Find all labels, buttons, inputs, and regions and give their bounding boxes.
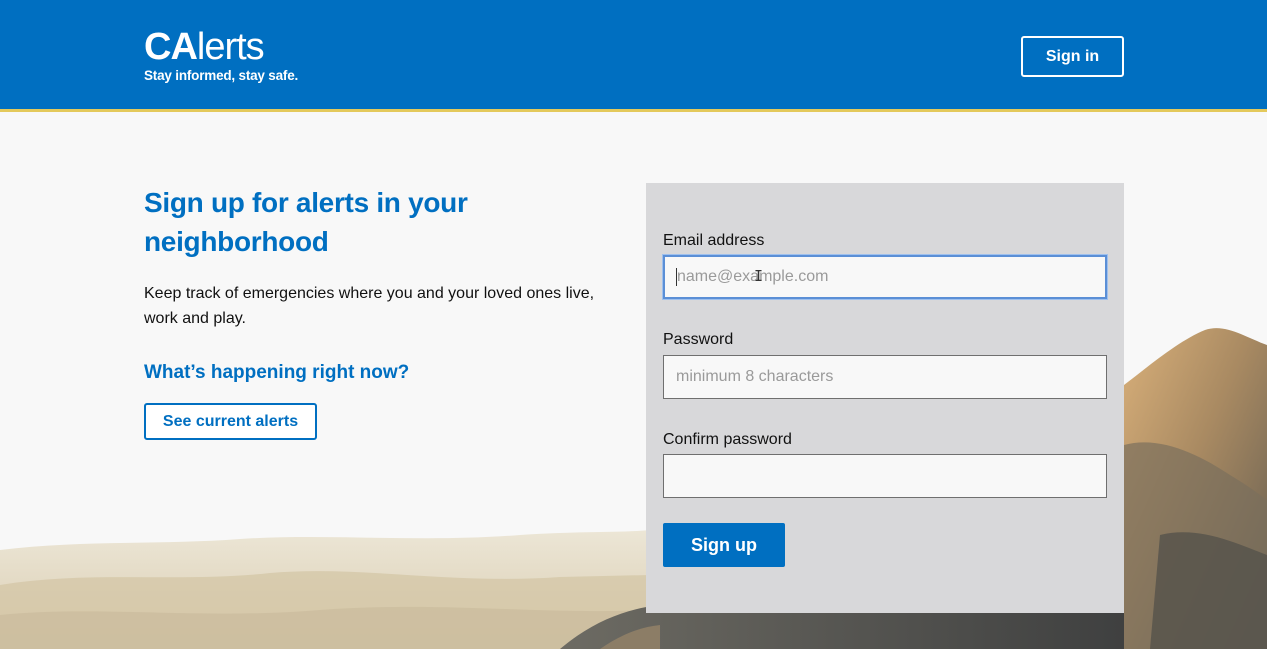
current-alerts-heading: What’s happening right now? bbox=[144, 362, 410, 383]
password-label: Password bbox=[663, 331, 734, 348]
confirm-password-label: Confirm password bbox=[663, 431, 792, 448]
password-field[interactable]: minimum 8 characters bbox=[663, 355, 1107, 399]
brand-tagline: Stay informed, stay safe. bbox=[144, 68, 299, 83]
signup-form: Email address name@example.com I Passwor… bbox=[646, 183, 1124, 613]
site-header: CAlerts Stay informed, stay safe. Sign i… bbox=[0, 0, 1267, 112]
brand-name-regular: lerts bbox=[196, 26, 265, 68]
intro-section: Sign up for alerts in your neighborhood … bbox=[144, 183, 604, 385]
brand-name-bold: CA bbox=[144, 26, 198, 68]
password-placeholder: minimum 8 characters bbox=[676, 368, 834, 385]
sign-in-button[interactable]: Sign in bbox=[1021, 36, 1124, 77]
confirm-password-field[interactable] bbox=[663, 454, 1107, 498]
page-title: Sign up for alerts in your neighborhood bbox=[144, 187, 468, 257]
intro-description: Keep track of emergencies where you and … bbox=[144, 285, 595, 327]
email-field[interactable]: name@example.com I bbox=[663, 255, 1107, 299]
text-cursor-icon: I bbox=[754, 267, 764, 285]
email-label: Email address bbox=[663, 232, 765, 249]
brand-logo[interactable]: CAlerts Stay informed, stay safe. bbox=[144, 26, 298, 84]
email-placeholder: name@example.com bbox=[677, 268, 829, 285]
brand-name: CAlerts bbox=[144, 26, 298, 68]
sign-up-button[interactable]: Sign up bbox=[663, 523, 785, 567]
see-current-alerts-button[interactable]: See current alerts bbox=[144, 403, 317, 440]
